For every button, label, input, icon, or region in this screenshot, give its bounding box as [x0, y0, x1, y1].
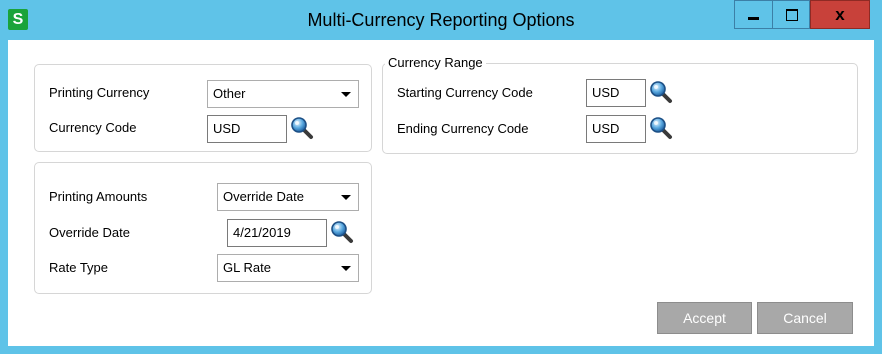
printing-currency-label: Printing Currency — [49, 85, 150, 100]
currency-code-label: Currency Code — [49, 120, 137, 135]
printing-amounts-label: Printing Amounts — [49, 189, 148, 204]
maximize-icon — [786, 9, 798, 21]
starting-currency-code-label: Starting Currency Code — [397, 85, 533, 100]
printing-currency-value: Other — [213, 86, 246, 101]
ending-currency-lookup-icon[interactable] — [648, 115, 674, 141]
chevron-down-icon — [341, 92, 351, 97]
cancel-button-label: Cancel — [783, 310, 827, 326]
dialog-body: Printing Currency Other Currency Code US… — [8, 40, 874, 346]
printing-currency-select[interactable]: Other — [207, 80, 359, 108]
override-date-field[interactable]: 4/21/2019 — [227, 219, 327, 247]
accept-button[interactable]: Accept — [657, 302, 752, 334]
dialog-window: S Multi-Currency Reporting Options x Pri… — [0, 0, 882, 354]
chevron-down-icon — [341, 195, 351, 200]
override-date-lookup-icon[interactable] — [329, 219, 355, 245]
accept-button-label: Accept — [683, 310, 726, 326]
cancel-button[interactable]: Cancel — [757, 302, 853, 334]
override-date-value: 4/21/2019 — [233, 225, 291, 240]
currency-code-value: USD — [213, 121, 241, 136]
currency-code-lookup-icon[interactable] — [289, 115, 315, 141]
chevron-down-icon — [341, 266, 351, 271]
starting-currency-code-field[interactable]: USD — [586, 79, 646, 107]
title-bar[interactable]: S Multi-Currency Reporting Options x — [0, 0, 882, 40]
currency-range-group: Currency Range Starting Currency Code US… — [382, 55, 858, 154]
minimize-button[interactable] — [734, 0, 772, 29]
ending-currency-code-value: USD — [592, 121, 620, 136]
ending-currency-code-label: Ending Currency Code — [397, 121, 529, 136]
maximize-button[interactable] — [772, 0, 810, 29]
printing-amounts-select[interactable]: Override Date — [217, 183, 359, 211]
ending-currency-code-field[interactable]: USD — [586, 115, 646, 143]
printing-amounts-value: Override Date — [223, 189, 304, 204]
rate-type-label: Rate Type — [49, 260, 109, 275]
close-button[interactable]: x — [810, 0, 870, 29]
starting-currency-lookup-icon[interactable] — [648, 79, 674, 105]
currency-range-legend: Currency Range — [385, 55, 486, 70]
printing-currency-group: Printing Currency Other Currency Code US… — [34, 64, 372, 152]
starting-currency-code-value: USD — [592, 85, 620, 100]
override-date-label: Override Date — [49, 225, 130, 240]
close-icon: x — [835, 5, 845, 24]
printing-amounts-group: Printing Amounts Override Date Override … — [34, 162, 372, 294]
currency-code-field[interactable]: USD — [207, 115, 287, 143]
rate-type-value: GL Rate — [223, 260, 271, 275]
rate-type-select[interactable]: GL Rate — [217, 254, 359, 282]
minimize-icon — [748, 17, 759, 20]
